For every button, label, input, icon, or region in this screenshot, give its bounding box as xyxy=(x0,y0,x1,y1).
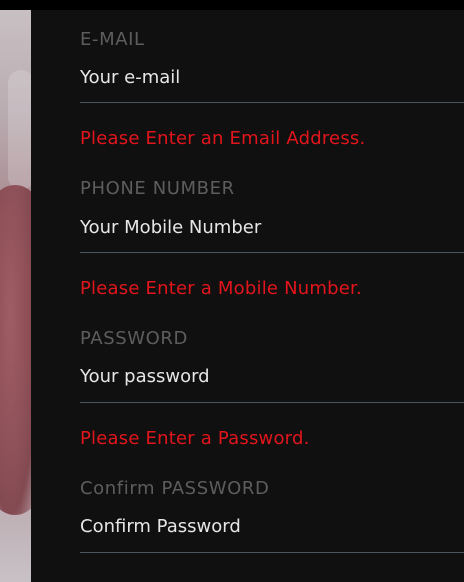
photo-object xyxy=(0,185,31,515)
password-underline xyxy=(80,402,464,403)
phone-error-message: Please Enter a Mobile Number. xyxy=(80,278,362,299)
background-photo xyxy=(0,10,31,582)
password-label: PASSWORD xyxy=(80,328,189,349)
confirm-password-label: Confirm PASSWORD xyxy=(80,478,270,499)
phone-field[interactable] xyxy=(80,214,464,240)
confirm-password-underline xyxy=(80,552,464,553)
phone-underline xyxy=(80,252,464,253)
email-field[interactable] xyxy=(80,64,464,90)
email-label: E-MAIL xyxy=(80,29,145,50)
email-underline xyxy=(80,102,464,103)
phone-label: PHONE NUMBER xyxy=(80,178,235,199)
email-error-message: Please Enter an Email Address. xyxy=(80,128,366,149)
top-bar xyxy=(0,0,464,10)
photo-highlight xyxy=(8,70,31,190)
password-error-message: Please Enter a Password. xyxy=(80,428,310,449)
confirm-password-field[interactable] xyxy=(80,513,464,539)
password-field[interactable] xyxy=(80,363,464,389)
